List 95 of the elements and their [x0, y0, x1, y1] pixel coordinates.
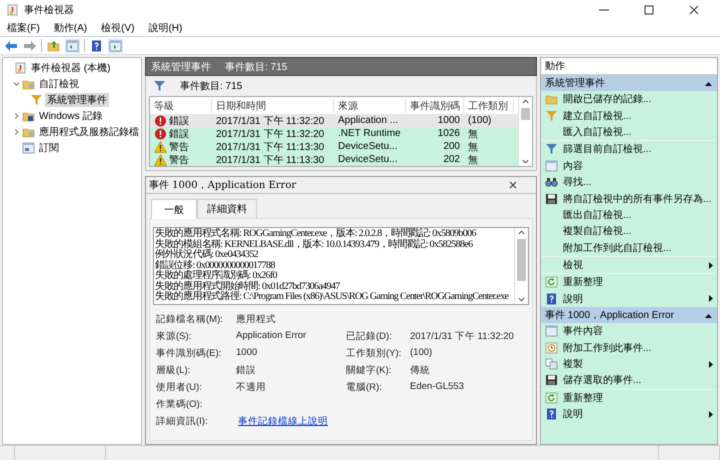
- action-item[interactable]: 複製自訂檢視...: [541, 223, 717, 240]
- tree-item[interactable]: 自訂檢視: [37, 77, 81, 91]
- table-cell-text: 無: [467, 154, 479, 166]
- column-header[interactable]: 等級: [150, 98, 212, 112]
- section-header[interactable]: 事件 1000，Application Error: [541, 307, 717, 324]
- field-label: 事件識別碼(E):: [156, 347, 222, 360]
- table-cell-text: 1000: [436, 115, 461, 126]
- event-row[interactable]: 警告 2017/1/31 下午 11:13:30 DeviceSetu... 200 無: [150, 140, 518, 153]
- table-cell-text: 1026: [436, 128, 461, 139]
- table-cell-text: 2017/1/31 下午 11:13:30: [215, 154, 326, 166]
- table-cell-text: DeviceSetu...: [337, 154, 398, 165]
- field-value: 錯誤: [236, 364, 257, 377]
- menu-item[interactable]: 說明(H): [148, 20, 182, 34]
- column-header[interactable]: 事件識別碼: [406, 98, 464, 112]
- tab[interactable]: 詳細資料: [197, 199, 257, 218]
- window-title: 事件檢視器: [24, 4, 75, 16]
- action-item[interactable]: 事件內容: [541, 323, 717, 340]
- action-item[interactable]: 重新整理: [541, 273, 717, 291]
- field-value: 不適用: [236, 381, 267, 394]
- action-item[interactable]: 複製: [541, 356, 717, 372]
- field-label: 記錄檔名稱(M):: [156, 313, 224, 326]
- tree-item[interactable]: 訂閱: [37, 141, 61, 155]
- field-label: 使用者(U):: [156, 381, 203, 394]
- action-item[interactable]: 尋找...: [541, 174, 717, 190]
- action-item[interactable]: 開啟已儲存的記錄...: [541, 91, 717, 108]
- field-value: 應用程式: [236, 313, 277, 326]
- field-label: 電腦(R):: [346, 381, 383, 394]
- action-item[interactable]: 說明: [541, 290, 717, 308]
- table-cell-text: .NET Runtime: [337, 128, 402, 139]
- detail-title: 事件 1000，Application Error: [149, 178, 296, 192]
- help-link[interactable]: 事件記錄檔線上說明: [236, 416, 328, 427]
- message-line: 錯誤位移: 0x0000000000017788: [155, 260, 276, 270]
- table-cell-text: 200: [442, 141, 461, 152]
- table-cell-text: Application ...: [337, 115, 400, 126]
- field-label: 作業碼(O):: [156, 398, 204, 411]
- field-value: 2017/1/31 下午 11:32:20: [410, 330, 515, 343]
- table-cell-text: 警告: [169, 154, 189, 166]
- column-header[interactable]: 日期和時間: [212, 98, 334, 112]
- field-value: (100): [410, 347, 434, 360]
- panel-title: 動作: [545, 60, 565, 73]
- action-item[interactable]: 將自訂檢視中的所有事件另存為...: [541, 190, 717, 207]
- event-count: 事件數目: 715: [180, 80, 242, 93]
- action-item[interactable]: 內容: [541, 158, 717, 174]
- message-line: 失敗的模組名稱: KERNELBASE.dll，版本: 10.0.14393.479，時間戳記: 0x582588e6: [155, 240, 474, 250]
- table-cell-text: 錯誤: [169, 128, 189, 140]
- action-item[interactable]: 匯入自訂檢視...: [541, 124, 717, 140]
- action-item[interactable]: 檢視: [541, 256, 717, 274]
- event-row[interactable]: 警告 2017/1/31 下午 11:13:30 DeviceSetu... 202 無: [150, 153, 518, 166]
- event-row[interactable]: 錯誤 2017/1/31 下午 11:32:20 Application ... 1000 (100): [150, 114, 518, 127]
- menu-item[interactable]: 檢視(V): [101, 20, 134, 34]
- tree-item[interactable]: Windows 記錄: [37, 109, 104, 123]
- field-value: Eden-GL553: [410, 381, 465, 394]
- table-cell-text: 無: [467, 128, 479, 140]
- field-value: Application Error: [236, 330, 308, 343]
- table-cell-text: 2017/1/31 下午 11:32:20: [215, 128, 326, 140]
- action-item[interactable]: 篩選目前自訂檢視...: [541, 140, 717, 158]
- event-count: 事件數目: 715: [225, 60, 288, 74]
- action-item[interactable]: 說明: [541, 406, 717, 422]
- tab[interactable]: 一般: [151, 199, 197, 219]
- menu-item[interactable]: 檔案(F): [7, 20, 40, 34]
- field-label: 關鍵字(K):: [346, 364, 392, 377]
- column-header[interactable]: 來源: [334, 98, 406, 112]
- event-row[interactable]: 錯誤 2017/1/31 下午 11:32:20 .NET Runtime 1026 無: [150, 127, 518, 140]
- action-item[interactable]: 附加工作到此事件...: [541, 339, 717, 356]
- tree-item[interactable]: 事件檢視器 (本機): [29, 61, 112, 75]
- message-line: 失敗的處理程序識別碼: 0x26f0: [155, 271, 278, 281]
- table-cell-text: 錯誤: [169, 114, 189, 128]
- tree-item[interactable]: 系統管理事件: [45, 93, 109, 107]
- action-item[interactable]: 匯出自訂檢視...: [541, 206, 717, 224]
- table-cell-text: 無: [467, 140, 479, 154]
- section-header[interactable]: 系統管理事件: [541, 75, 717, 91]
- table-cell-text: 2017/1/31 下午 11:32:20: [215, 114, 326, 128]
- action-item[interactable]: 儲存選取的事件...: [541, 372, 717, 389]
- tree-item[interactable]: 應用程式及服務記錄檔: [37, 125, 141, 139]
- field-label: 工作類別(Y):: [346, 347, 402, 360]
- field-label: 已記錄(D):: [346, 330, 393, 343]
- action-item[interactable]: 建立自訂檢視...: [541, 107, 717, 124]
- table-cell-text: (100): [467, 115, 492, 126]
- message-line: 例外狀況代碼: 0xe0434352: [155, 250, 260, 260]
- table-cell-text: 202: [442, 154, 461, 165]
- column-header[interactable]: 工作類別: [464, 98, 514, 112]
- field-label: 來源(S):: [156, 330, 192, 343]
- field-label: 層級(L):: [156, 364, 192, 377]
- menu-item[interactable]: 動作(A): [54, 20, 88, 34]
- table-cell-text: 2017/1/31 下午 11:13:30: [215, 140, 326, 154]
- message-line: 失敗的應用程式開始時間: 0x01d27bd7306a4947: [155, 282, 341, 292]
- panel-title: 系統管理事件: [151, 60, 211, 74]
- field-label: 詳細資訊(I):: [156, 415, 209, 428]
- action-item[interactable]: 重新整理: [541, 388, 717, 406]
- action-item[interactable]: 附加工作到此自訂檢視...: [541, 240, 717, 256]
- field-value: 1000: [236, 347, 258, 360]
- field-value: 傳統: [410, 364, 431, 377]
- table-cell-text: 警告: [169, 140, 189, 154]
- message-line: 失敗的應用程式路徑: C:\Program Files (x86)\ASUS\ROG Gaming Center\ROGGamingCenter.exe: [155, 292, 510, 302]
- table-cell-text: DeviceSetu...: [337, 141, 398, 152]
